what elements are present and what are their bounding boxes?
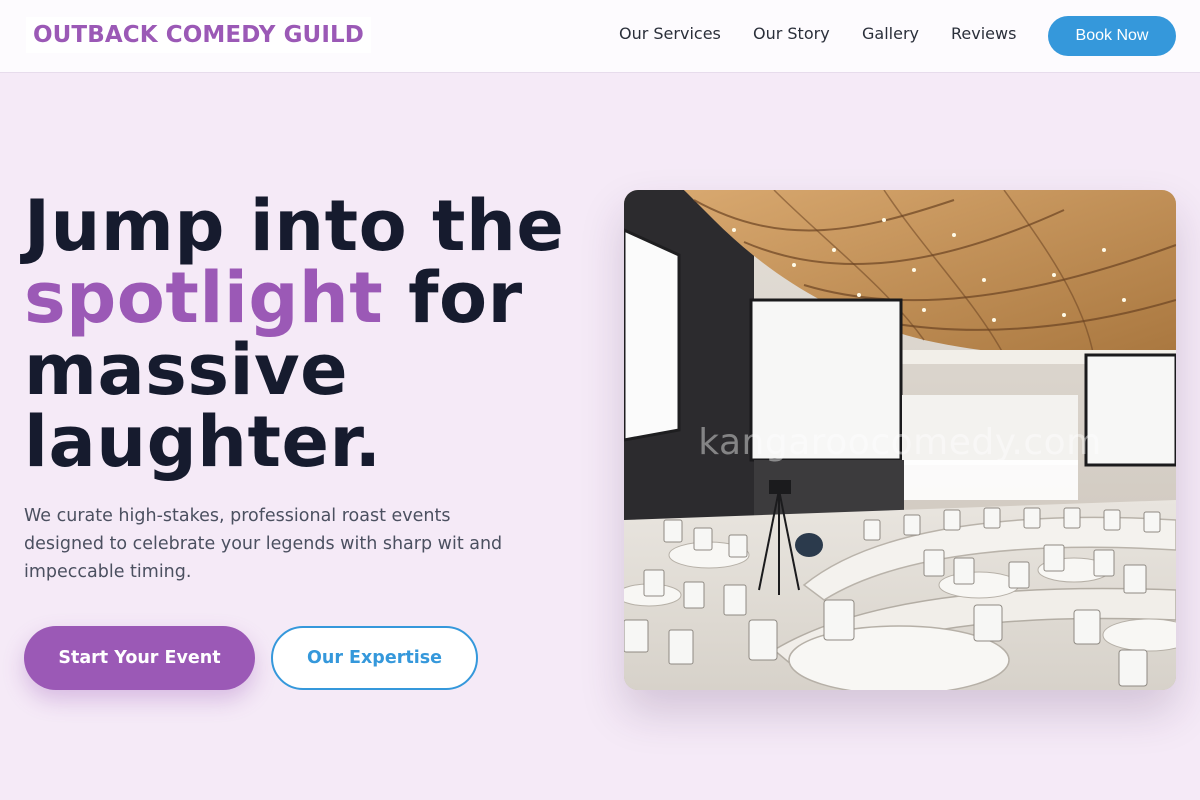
- hero-title: Jump into the spotlight for massive laug…: [24, 190, 604, 478]
- nav-link-our-services[interactable]: Our Services: [619, 24, 721, 43]
- nav-link-reviews[interactable]: Reviews: [951, 24, 1016, 43]
- hero-title-accent: spotlight: [24, 257, 384, 339]
- main-nav: Our Services Our Story Gallery Reviews: [0, 0, 1200, 72]
- nav-link-our-story[interactable]: Our Story: [753, 24, 830, 43]
- hero-title-line-4: laughter.: [24, 401, 382, 483]
- start-your-event-button[interactable]: Start Your Event: [24, 626, 255, 690]
- hero-title-line-3: massive: [24, 329, 349, 411]
- site-header: OUTBACK COMEDY GUILD Our Services Our St…: [0, 0, 1200, 73]
- image-watermark: kangaroocomedy.com: [698, 422, 1102, 463]
- hero-title-line-2-rest: for: [383, 257, 523, 339]
- hero-image: kangaroocomedy.com: [624, 190, 1176, 690]
- our-expertise-button[interactable]: Our Expertise: [271, 626, 478, 690]
- hero-subtitle: We curate high-stakes, professional roas…: [24, 506, 503, 582]
- hero-title-line-2: spotlight for: [24, 262, 604, 334]
- hero-title-line-1: Jump into the: [24, 185, 565, 267]
- nav-link-gallery[interactable]: Gallery: [862, 24, 919, 43]
- book-now-button[interactable]: Book Now: [1048, 16, 1176, 56]
